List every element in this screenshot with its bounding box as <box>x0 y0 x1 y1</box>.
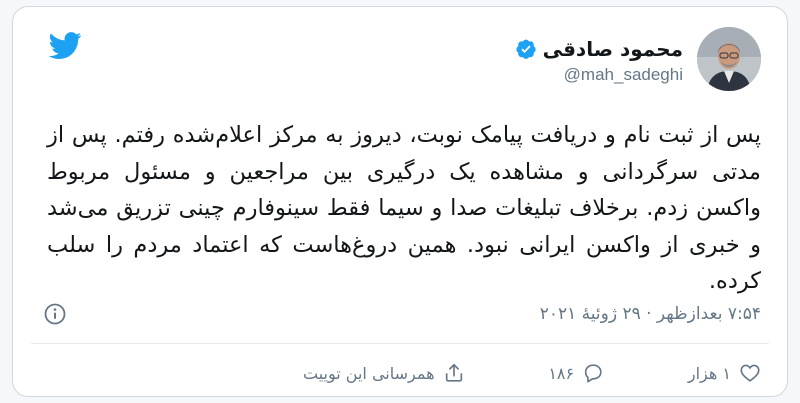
like-count: ۱ هزار <box>687 363 731 383</box>
tweet-timestamp[interactable]: ۷:۵۴ بعدازظهر · ۲۹ ژوئیهٔ ۲۰۲۱ <box>540 304 761 324</box>
info-icon[interactable] <box>43 302 67 326</box>
verified-badge-icon <box>515 39 536 59</box>
twitter-bird-icon[interactable] <box>49 29 82 62</box>
heart-icon <box>740 364 760 382</box>
share-button[interactable]: همرسانی این توییت <box>303 362 465 384</box>
divider <box>31 343 769 344</box>
author-name-row: محمود صادقی <box>515 37 683 61</box>
tweet-text: پس از ثبت نام و دریافت پیامک نوبت، دیروز… <box>47 122 761 294</box>
tweet-card[interactable]: محمود صادقی @mah_sadeghi پس از ثبت نام و… <box>12 6 788 397</box>
author-name[interactable]: محمود صادقی <box>543 37 683 61</box>
share-icon <box>445 363 462 382</box>
tweet-meta: ۷:۵۴ بعدازظهر · ۲۹ ژوئیهٔ ۲۰۲۱ <box>43 297 761 331</box>
reply-count: ۱۸۶ <box>548 363 575 383</box>
reply-icon <box>584 364 602 383</box>
tweet-actions: همرسانی این توییت ۱۸۶ ۱ هزار <box>303 355 761 391</box>
share-label: همرسانی این توییت <box>303 363 435 383</box>
reply-button[interactable]: ۱۸۶ <box>548 362 604 384</box>
author-block: محمود صادقی @mah_sadeghi <box>515 37 683 85</box>
like-button[interactable]: ۱ هزار <box>688 362 761 384</box>
avatar-portrait <box>697 27 761 91</box>
avatar[interactable] <box>697 27 761 91</box>
author-handle[interactable]: @mah_sadeghi <box>515 65 683 85</box>
